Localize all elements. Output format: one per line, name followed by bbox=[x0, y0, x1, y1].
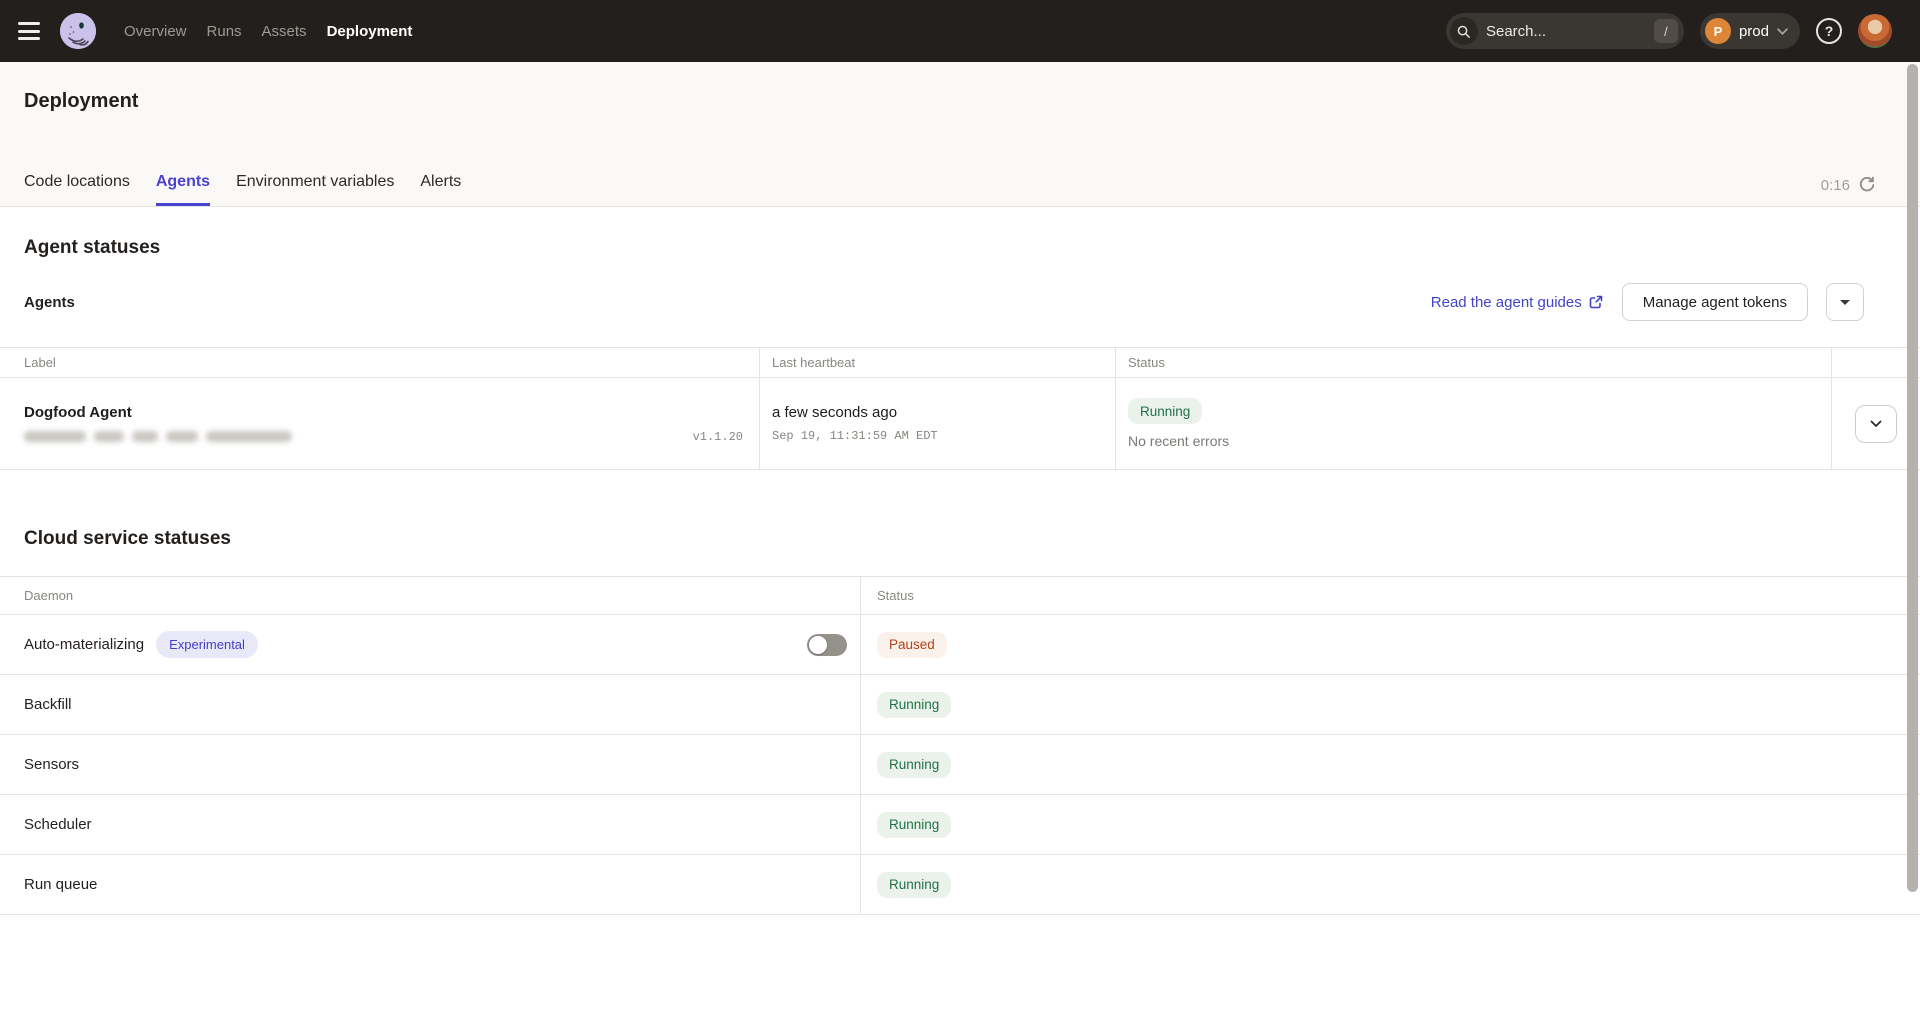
scrollbar-track bbox=[1906, 62, 1919, 1016]
app-window: Overview Runs Assets Deployment / P prod… bbox=[0, 0, 1920, 1016]
caret-down-icon bbox=[1840, 300, 1850, 305]
scrollbar-thumb[interactable] bbox=[1907, 64, 1918, 892]
agents-subheading: Agents bbox=[24, 294, 75, 311]
tab-environment-variables[interactable]: Environment variables bbox=[236, 173, 394, 206]
auto-materializing-toggle[interactable] bbox=[807, 634, 847, 656]
daemon-col-daemon: Daemon bbox=[0, 577, 861, 614]
daemon-status-badge: Running bbox=[877, 872, 951, 898]
experimental-badge: Experimental bbox=[156, 631, 258, 658]
agent-guides-link[interactable]: Read the agent guides bbox=[1431, 294, 1604, 311]
search-shortcut-key: / bbox=[1654, 19, 1678, 43]
agent-statuses-heading: Agent statuses bbox=[24, 237, 1920, 259]
search-icon bbox=[1450, 17, 1478, 45]
agents-col-label: Label bbox=[0, 348, 760, 377]
agent-id-redacted bbox=[24, 431, 292, 442]
daemon-name: Run queue bbox=[24, 876, 97, 893]
agent-name: Dogfood Agent bbox=[24, 404, 759, 421]
daemon-status-badge: Running bbox=[877, 752, 951, 778]
top-navbar: Overview Runs Assets Deployment / P prod… bbox=[0, 0, 1920, 62]
refresh-icon[interactable] bbox=[1858, 176, 1876, 194]
primary-nav: Overview Runs Assets Deployment bbox=[124, 23, 412, 40]
agent-status-badge: Running bbox=[1128, 398, 1202, 424]
agent-heartbeat-timestamp: Sep 19, 11:31:59 AM EDT bbox=[772, 429, 1115, 443]
tab-bar: Code locations Agents Environment variab… bbox=[0, 173, 1920, 206]
agent-version: v1.1.20 bbox=[693, 430, 743, 444]
daemon-name: Scheduler bbox=[24, 816, 92, 833]
agent-tokens-menu-button[interactable] bbox=[1826, 283, 1864, 321]
tab-agents[interactable]: Agents bbox=[156, 173, 210, 206]
search-box[interactable]: / bbox=[1446, 13, 1684, 49]
daemon-row-sensors: Sensors Running bbox=[0, 735, 1920, 795]
tab-alerts[interactable]: Alerts bbox=[420, 173, 461, 206]
daemon-name: Sensors bbox=[24, 756, 79, 773]
daemon-name: Auto-materializing bbox=[24, 636, 144, 653]
chevron-down-icon bbox=[1870, 420, 1882, 428]
external-link-icon bbox=[1588, 294, 1604, 310]
tab-code-locations[interactable]: Code locations bbox=[24, 173, 130, 206]
page-title: Deployment bbox=[24, 90, 1920, 113]
agents-table: Label Last heartbeat Status Dogfood Agen… bbox=[0, 347, 1920, 470]
daemon-row-backfill: Backfill Running bbox=[0, 675, 1920, 735]
agent-heartbeat-relative: a few seconds ago bbox=[772, 404, 1115, 421]
daemon-table: Daemon Status Auto-materializing Experim… bbox=[0, 576, 1920, 915]
daemon-row-auto-materializing: Auto-materializing Experimental Paused bbox=[0, 615, 1920, 675]
agent-status-note: No recent errors bbox=[1128, 433, 1831, 449]
agents-col-status: Status bbox=[1116, 348, 1832, 377]
agents-col-heartbeat: Last heartbeat bbox=[760, 348, 1116, 377]
nav-link-assets[interactable]: Assets bbox=[262, 23, 307, 40]
agents-controls-row: Agents Read the agent guides Manage agen… bbox=[24, 283, 1864, 321]
user-avatar[interactable] bbox=[1858, 14, 1892, 48]
deployment-initial-badge: P bbox=[1705, 18, 1731, 44]
daemon-status-badge: Paused bbox=[877, 632, 947, 658]
daemon-row-run-queue: Run queue Running bbox=[0, 855, 1920, 915]
help-icon[interactable]: ? bbox=[1816, 18, 1842, 44]
daemon-name: Backfill bbox=[24, 696, 72, 713]
manage-agent-tokens-button[interactable]: Manage agent tokens bbox=[1622, 283, 1808, 321]
dagster-logo-icon[interactable] bbox=[60, 13, 96, 49]
chevron-down-icon bbox=[1777, 28, 1788, 35]
daemon-row-scheduler: Scheduler Running bbox=[0, 795, 1920, 855]
refresh-countdown: 0:16 bbox=[1821, 177, 1850, 194]
nav-link-overview[interactable]: Overview bbox=[124, 23, 187, 40]
daemon-col-status: Status bbox=[861, 577, 1920, 614]
daemon-status-badge: Running bbox=[877, 812, 951, 838]
hamburger-menu-icon[interactable] bbox=[18, 22, 42, 40]
deployment-name: prod bbox=[1739, 23, 1769, 40]
search-input[interactable] bbox=[1486, 23, 1654, 40]
agent-row-expand-button[interactable] bbox=[1855, 405, 1897, 443]
page-header: Deployment Code locations Agents Environ… bbox=[0, 62, 1920, 207]
agent-guides-link-label: Read the agent guides bbox=[1431, 294, 1582, 311]
nav-link-runs[interactable]: Runs bbox=[207, 23, 242, 40]
deployment-switcher[interactable]: P prod bbox=[1700, 13, 1800, 49]
nav-link-deployment[interactable]: Deployment bbox=[327, 23, 413, 40]
agent-row: Dogfood Agent v1.1.20 a few seconds ago … bbox=[0, 378, 1920, 470]
cloud-service-statuses-heading: Cloud service statuses bbox=[24, 528, 1920, 550]
daemon-status-badge: Running bbox=[877, 692, 951, 718]
navbar-right-cluster: / P prod ? bbox=[1446, 13, 1892, 49]
